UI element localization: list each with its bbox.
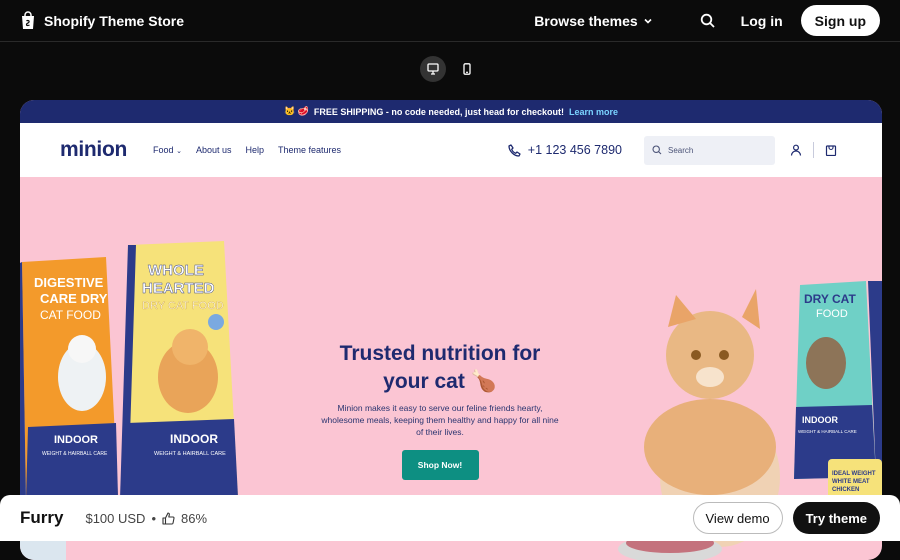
svg-text:WEIGHT & HAIRBALL CARE: WEIGHT & HAIRBALL CARE (154, 451, 226, 457)
announcement-text: FREE SHIPPING - no code needed, just hea… (313, 106, 564, 117)
svg-text:WEIGHT & HAIRBALL CARE: WEIGHT & HAIRBALL CARE (42, 451, 108, 457)
phone-link[interactable]: +1 123 456 7890 (508, 143, 622, 157)
svg-text:CAT FOOD: CAT FOOD (40, 308, 101, 322)
svg-text:DIGESTIVE: DIGESTIVE (34, 275, 104, 290)
theme-preview-frame: 🐱 🥩 FREE SHIPPING - no code needed, just… (20, 100, 882, 560)
try-theme-button[interactable]: Try theme (792, 502, 880, 534)
phone-number: +1 123 456 7890 (527, 143, 622, 157)
svg-text:WHOLE: WHOLE (148, 262, 204, 279)
login-link[interactable]: Log in (741, 13, 783, 29)
search-placeholder: Search (668, 145, 694, 155)
dry-cat-food-bag-image: DRY CAT FOOD INDOOR WEIGHT & HAIRBALL CA… (794, 281, 882, 479)
menu-item-food[interactable]: Food ⌄ (153, 145, 182, 155)
search-icon (652, 145, 662, 155)
browse-themes-menu[interactable]: Browse themes (534, 13, 652, 29)
site-search-input[interactable]: Search (644, 135, 775, 165)
mobile-icon[interactable] (454, 56, 480, 82)
svg-text:FOOD: FOOD (816, 308, 848, 320)
announcement-bar: 🐱 🥩 FREE SHIPPING - no code needed, just… (20, 100, 882, 123)
drumstick-icon: 🍗 (470, 370, 497, 393)
site-header: minion Food ⌄ About us Help Theme featur… (20, 123, 882, 177)
whole-hearted-bag-image: WHOLE HEARTED DRY CAT FOOD INDOOR WEIGHT… (120, 241, 238, 499)
svg-text:CHICKEN: CHICKEN (832, 487, 859, 493)
hero-text: Trusted nutrition for your cat 🍗 Minion … (320, 340, 560, 480)
svg-text:DRY CAT: DRY CAT (804, 292, 856, 306)
hero-body: Minion makes it easy to serve our feline… (321, 403, 559, 437)
svg-text:INDOOR: INDOOR (170, 432, 218, 446)
site-menu: Food ⌄ About us Help Theme features (153, 145, 341, 155)
account-icon[interactable] (785, 139, 807, 161)
hero-headline: Trusted nutrition for your cat 🍗 (320, 340, 560, 396)
hero-headline-line2: your cat (383, 370, 465, 393)
menu-item-about[interactable]: About us (196, 145, 232, 155)
thumbs-up-icon (162, 511, 175, 525)
desktop-icon[interactable] (420, 56, 446, 82)
chevron-down-icon: ⌄ (176, 148, 182, 155)
learn-more-link[interactable]: Learn more (569, 107, 618, 117)
theme-meta: $100 USD • 86% (85, 511, 207, 526)
view-demo-button[interactable]: View demo (692, 502, 783, 534)
svg-text:DRY CAT FOOD: DRY CAT FOOD (142, 300, 224, 312)
svg-text:INDOOR: INDOOR (802, 415, 839, 425)
shopify-bag-icon (22, 11, 34, 29)
menu-item-help[interactable]: Help (245, 145, 264, 155)
menu-item-food-label: Food (153, 145, 174, 155)
signup-button[interactable]: Sign up (800, 5, 880, 36)
store-logo[interactable]: Shopify Theme Store (20, 11, 184, 30)
theme-info-bar: Furry $100 USD • 86% View demo Try theme (0, 495, 900, 541)
cart-icon[interactable] (820, 139, 842, 161)
hero-headline-line1: Trusted nutrition for (339, 342, 541, 365)
theme-price: $100 USD (85, 510, 146, 526)
site-logo[interactable]: minion (60, 138, 127, 162)
phone-icon (508, 143, 521, 157)
theme-rating: 86% (181, 510, 208, 526)
svg-text:WHITE MEAT: WHITE MEAT (832, 479, 870, 485)
theme-name: Furry (20, 508, 64, 527)
svg-text:CARE DRY: CARE DRY (40, 291, 108, 306)
menu-item-theme-features[interactable]: Theme features (278, 145, 341, 155)
store-topbar: Shopify Theme Store Browse themes Log in… (0, 0, 900, 42)
svg-text:HEARTED: HEARTED (142, 280, 215, 297)
svg-text:WEIGHT & HAIRBALL CARE: WEIGHT & HAIRBALL CARE (798, 429, 857, 434)
chevron-down-icon (644, 18, 652, 24)
digestive-bag-image: DIGESTIVE CARE DRY CAT FOOD INDOOR WEIGH… (20, 257, 118, 501)
search-icon[interactable] (699, 12, 717, 30)
shop-now-button[interactable]: Shop Now! (401, 450, 479, 480)
bullet-separator: • (151, 510, 157, 526)
device-toggle (420, 56, 480, 82)
store-brand-name: Shopify Theme Store (44, 12, 185, 29)
announcement-emoji: 🐱 🥩 (284, 106, 309, 116)
header-divider (813, 142, 814, 158)
svg-text:IDEAL WEIGHT: IDEAL WEIGHT (832, 471, 876, 477)
svg-text:INDOOR: INDOOR (54, 434, 98, 446)
browse-themes-label: Browse themes (534, 12, 638, 29)
